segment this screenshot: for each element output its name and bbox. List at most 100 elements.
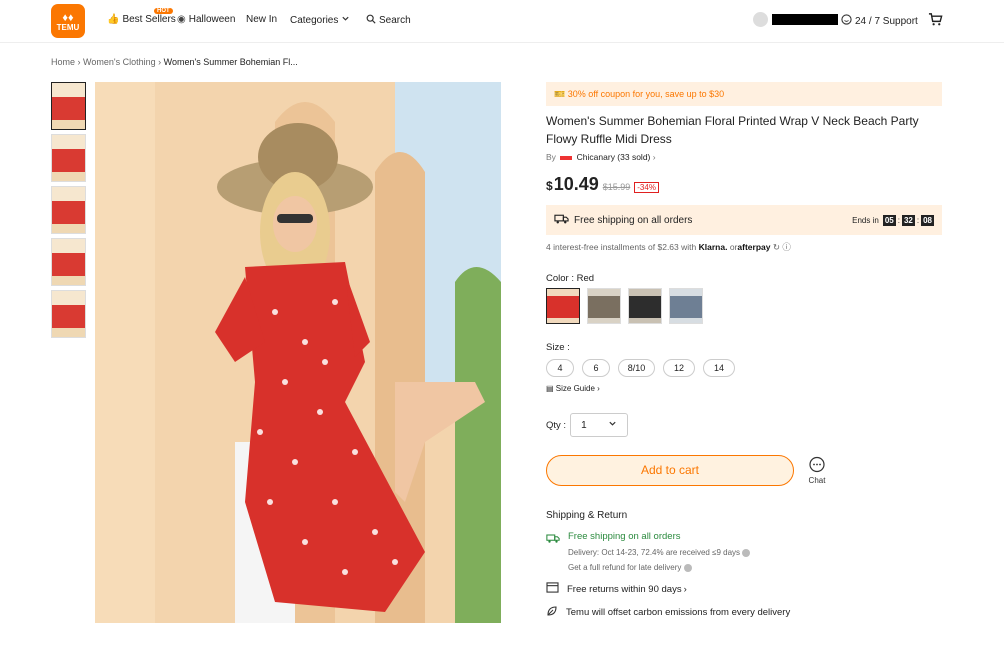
chat-icon [808,456,826,476]
coupon-banner[interactable]: 🎫 30% off coupon for you, save up to $30 [546,82,942,106]
refund-row: Get a full refund for late delivery [568,563,750,572]
size-option[interactable]: 12 [663,359,695,377]
chat-label: Chat [808,476,826,485]
coupon-text: 30% off coupon for you, save up to $30 [567,89,725,99]
timer-hours: 05 [882,214,896,226]
hot-badge: HOT [154,8,173,14]
nav-halloween[interactable]: ◉ Halloween [177,14,235,25]
ticket-icon: 🎫 [554,89,566,99]
size-guide-link[interactable]: ▤ Size Guide › [546,384,942,393]
by-label: By [546,152,556,162]
shipping-title: Shipping & Return [546,510,628,521]
timer-seconds: 08 [921,214,934,226]
currency-symbol: $ [546,179,553,193]
size-options: 4 6 8/10 12 14 [546,359,942,377]
info-icon[interactable] [683,563,692,572]
qty-label: Qty : [546,419,567,431]
product-title: Women's Summer Bohemian Floral Printed W… [546,114,919,146]
qty-value: 1 [581,419,587,431]
size-option[interactable]: 6 [582,359,610,377]
nav-best-sellers-label: Best Sellers [122,14,176,25]
chevron-down-icon [341,14,350,26]
chevron-right-icon: › [683,583,687,595]
breadcrumb: Home › Women's Clothing › Women's Summer… [51,57,298,67]
size-option[interactable]: 8/10 [618,359,655,377]
carbon-offset-text: Temu will offset carbon emissions from e… [566,607,791,618]
top-bar: ♦♦ TEMU 👍 Best Sellers HOT ◉ Halloween N… [0,0,1004,43]
price-row: $ 10.49 $15.99 -34% [546,174,942,195]
breadcrumb-current: Women's Summer Bohemian Fl... [163,57,298,67]
breadcrumb-category[interactable]: Women's Clothing [83,57,156,67]
chevron-right-icon: › [597,384,600,393]
afterpay-icon: ↻ [772,242,780,252]
seller-row: By Chicanary (33 sold) › [546,152,942,162]
leaf-icon [546,605,558,620]
chevron-down-icon [608,419,617,431]
delivery-row: Delivery: Oct 14-23, 72.4% are received … [568,548,751,557]
size-label: Size : [546,342,570,353]
qty-row: Qty : 1 [546,413,942,437]
main-product-image[interactable] [95,82,501,623]
cart-row: Add to cart Chat [546,455,942,486]
truck-icon [554,213,569,228]
swatch-red[interactable] [546,288,580,324]
nav-best-sellers[interactable]: 👍 Best Sellers [107,14,176,25]
color-swatches [546,288,942,324]
thumbs-up-icon: 👍 [107,14,120,25]
installments-row: 4 interest-free installments of $2.63 wi… [546,241,942,253]
info-icon[interactable]: ⓘ [782,242,791,252]
store-logo-icon [560,155,573,160]
avatar[interactable] [753,12,768,27]
refund-text: Get a full refund for late delivery [568,563,682,572]
installments-text: 4 interest-free installments of $2.63 wi… [546,242,697,252]
free-shipping-text: Free shipping on all orders [574,214,693,226]
nav-new-in[interactable]: New In [246,14,277,25]
carbon-offset-row: Temu will offset carbon emissions from e… [546,605,942,620]
nav-search-label: Search [379,15,411,26]
swatch-beige[interactable] [587,288,621,324]
size-option[interactable]: 14 [703,359,735,377]
truck-icon [546,531,560,572]
thumbnail-image[interactable] [51,134,86,182]
countdown: Ends in 05 : 32 : 08 [852,214,934,226]
info-icon[interactable] [742,548,751,557]
chevron-right-icon: › [652,152,656,162]
product-details: 🎫 30% off coupon for you, save up to $30… [546,82,942,620]
thumbnail-image[interactable] [51,82,86,130]
thumbnail-image[interactable] [51,186,86,234]
store-link[interactable]: Chicanary (33 sold) [577,152,651,162]
size-option[interactable]: 4 [546,359,574,377]
qty-select[interactable]: 1 [570,413,629,437]
current-price: 10.49 [553,174,599,194]
nav-categories[interactable]: Categories [290,14,350,26]
pumpkin-icon: ◉ [177,14,186,25]
temu-logo[interactable]: ♦♦ TEMU [51,4,85,38]
ruler-icon: ▤ [546,384,554,393]
free-shipping-row: Free shipping on all orders Delivery: Oc… [546,531,942,572]
color-label: Color : Red [546,273,595,284]
free-shipping-banner: Free shipping on all orders Ends in 05 :… [546,205,942,235]
free-returns-link[interactable]: Free returns within 90 days › [546,582,942,596]
thumbnail-image[interactable] [51,290,86,338]
size-guide-label: Size Guide [555,384,595,393]
free-returns-text: Free returns within 90 days [567,583,682,595]
nav-categories-label: Categories [290,14,339,26]
add-to-cart-button[interactable]: Add to cart [546,455,794,486]
nav-halloween-label: Halloween [188,14,236,25]
swatch-black[interactable] [628,288,662,324]
free-shipping-status: Free shipping on all orders [568,531,681,542]
support-link[interactable]: 24 / 7 Support [841,14,918,28]
nav-search[interactable]: Search [366,14,411,27]
thumbnail-image[interactable] [51,238,86,286]
breadcrumb-home[interactable]: Home [51,57,75,67]
afterpay-logo: afterpay [737,242,771,252]
nav-new-in-label: New In [246,14,278,25]
chat-button[interactable]: Chat [808,456,826,485]
smiley-icon [841,14,852,28]
redacted-username [772,14,838,25]
thumbnail-list [51,82,87,342]
ends-in-label: Ends in [852,215,879,225]
swatch-blue[interactable] [669,288,703,324]
delivery-text: Delivery: Oct 14-23, 72.4% are received … [568,548,741,557]
cart-icon[interactable] [928,12,943,32]
